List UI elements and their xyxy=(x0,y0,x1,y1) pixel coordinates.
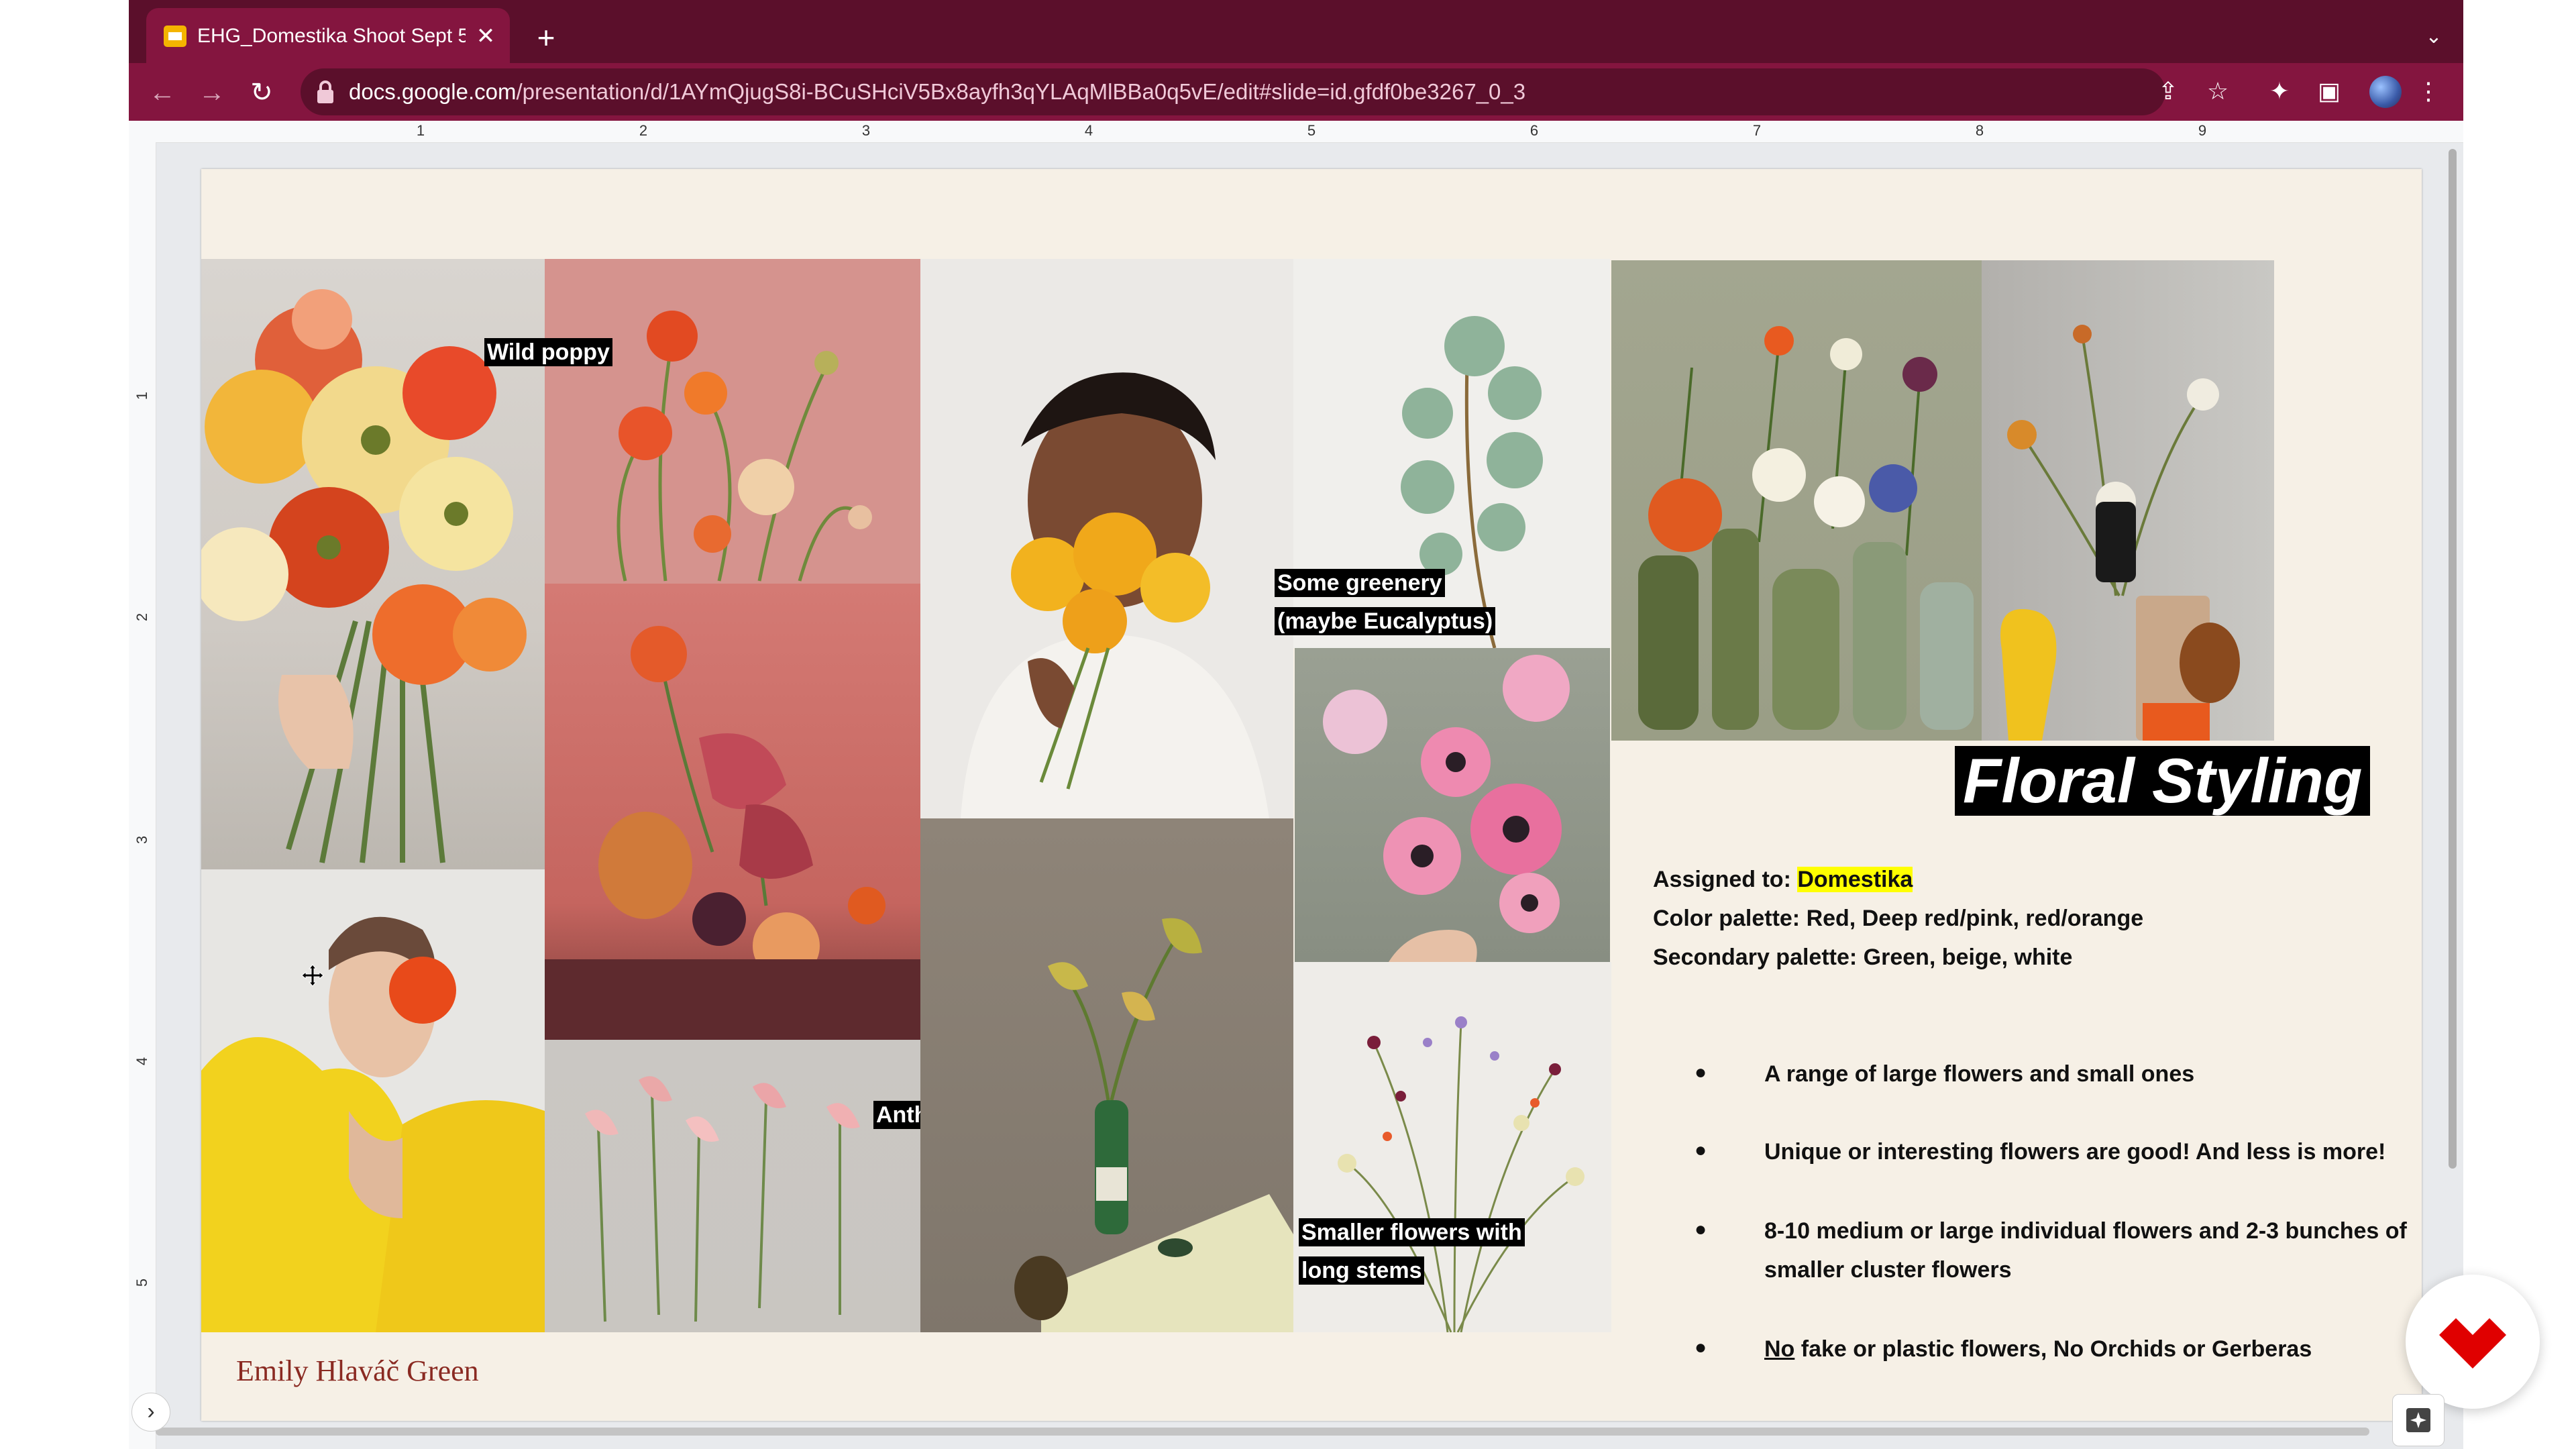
ruler-mark: 1 xyxy=(133,391,150,400)
bullet-text[interactable]: Unique or interesting flowers are good! … xyxy=(1764,1132,2385,1171)
bullet-marker: ● xyxy=(1695,1061,1707,1083)
anthurium-bottle-photo[interactable] xyxy=(920,818,1293,1332)
label-wild-poppy[interactable]: Wild poppy xyxy=(484,338,612,366)
assigned-to-label: Assigned to: xyxy=(1653,867,1798,892)
lock-icon[interactable] xyxy=(315,79,335,105)
ruler-mark: 3 xyxy=(133,835,150,845)
ruler-mark: 2 xyxy=(133,612,150,622)
bookmark-star-icon[interactable]: ☆ xyxy=(2199,72,2237,110)
forward-button[interactable]: → xyxy=(193,74,231,111)
bullet-marker: ● xyxy=(1695,1336,1707,1358)
ruler-mark: 2 xyxy=(639,122,648,139)
slide-title[interactable]: Floral Styling xyxy=(1955,746,2371,816)
tab-title: EHG_Domestika Shoot Sept 5th xyxy=(197,25,466,47)
url-path: /presentation/d/1AYmQjugS8i-BCuSHciV5Bx8… xyxy=(516,79,1526,104)
explore-button[interactable] xyxy=(2392,1394,2445,1446)
domestika-logo xyxy=(2406,1275,2540,1409)
vertical-scrollbar[interactable] xyxy=(2443,142,2462,1175)
ruler-mark: 7 xyxy=(1752,122,1762,139)
woman-protea-photo[interactable] xyxy=(920,259,1293,818)
label-smaller-flowers-line2[interactable]: long stems xyxy=(1299,1256,1425,1285)
ruler-mark: 3 xyxy=(861,122,871,139)
underlined-no: No xyxy=(1764,1336,1795,1362)
expand-panel-chevron-icon[interactable]: › xyxy=(131,1393,170,1432)
author-name[interactable]: Emily Hlaváč Green xyxy=(236,1354,479,1388)
vertical-ruler xyxy=(129,142,156,1449)
url-text[interactable]: docs.google.com/presentation/d/1AYmQjugS… xyxy=(349,71,2093,113)
slide-canvas[interactable]: Wild poppy Some greenery (maybe Eucalypt… xyxy=(201,169,2422,1421)
horizontal-scrollbar[interactable] xyxy=(156,1425,2443,1438)
ruler-mark: 5 xyxy=(1307,122,1316,139)
browser-menu-icon[interactable]: ⋮ xyxy=(2410,72,2447,110)
new-tab-button[interactable]: + xyxy=(527,19,565,56)
slides-favicon-icon xyxy=(164,25,186,47)
domestika-heart-icon xyxy=(2439,1318,2506,1368)
ruler-mark: 1 xyxy=(416,122,425,139)
bullet-text-rest: fake or plastic flowers, No Orchids or G… xyxy=(1794,1336,2312,1362)
secondary-palette-line[interactable]: Secondary palette: Green, beige, white xyxy=(1653,938,2072,977)
yellow-paper-flowers-photo[interactable] xyxy=(201,869,545,1332)
tab-search-chevron-icon[interactable]: ⌄ xyxy=(2415,20,2453,54)
ruler-mark: 8 xyxy=(1975,122,1984,139)
ruler-mark: 4 xyxy=(133,1057,150,1066)
url-host: docs.google.com xyxy=(349,79,517,104)
pink-anemones-photo[interactable] xyxy=(1295,648,1610,962)
ceramic-vases-photo[interactable] xyxy=(1982,260,2274,741)
bullet-marker: ● xyxy=(1695,1139,1707,1161)
side-panel-icon[interactable]: ▣ xyxy=(2310,72,2348,110)
assigned-to-value: Domestika xyxy=(1797,867,1913,892)
bullet-text[interactable]: A range of large flowers and small ones xyxy=(1764,1055,2381,1093)
label-smaller-flowers-line1[interactable]: Smaller flowers with xyxy=(1299,1218,1525,1246)
assigned-to-line[interactable]: Assigned to: Domestika xyxy=(1653,860,1913,899)
vertical-scroll-thumb[interactable] xyxy=(2449,149,2457,1169)
pink-poppies-photo[interactable] xyxy=(545,259,920,584)
horizontal-ruler xyxy=(129,121,2463,143)
bullet-marker: ● xyxy=(1695,1218,1707,1240)
tab-close-icon[interactable]: ✕ xyxy=(470,20,502,52)
ruler-mark: 5 xyxy=(133,1278,150,1287)
color-palette-line[interactable]: Color palette: Red, Deep red/pink, red/o… xyxy=(1653,899,2143,938)
anthurium-still-life-photo[interactable] xyxy=(545,584,920,1040)
extensions-icon[interactable]: ✦ xyxy=(2261,72,2298,110)
share-icon[interactable]: ⇪ xyxy=(2149,72,2187,110)
ruler-mark: 9 xyxy=(2198,122,2207,139)
profile-avatar[interactable] xyxy=(2369,76,2402,108)
anthurium-sand-photo[interactable] xyxy=(545,1040,920,1332)
horizontal-scroll-thumb[interactable] xyxy=(156,1428,2369,1436)
bullet-text-no-fakes[interactable]: No fake or plastic flowers, No Orchids o… xyxy=(1764,1330,2408,1368)
bullet-text[interactable]: 8-10 medium or large individual flowers … xyxy=(1764,1212,2408,1289)
green-bottles-photo[interactable] xyxy=(1611,260,1982,741)
ruler-mark: 6 xyxy=(1529,122,1539,139)
explore-sparkle-icon xyxy=(2406,1408,2430,1432)
move-cursor-icon xyxy=(301,964,324,987)
ruler-mark: 4 xyxy=(1084,122,1093,139)
label-greenery-line1[interactable]: Some greenery xyxy=(1275,569,1445,597)
back-button[interactable]: ← xyxy=(144,74,181,111)
reload-button[interactable]: ↻ xyxy=(243,74,280,111)
label-greenery-line2[interactable]: (maybe Eucalyptus) xyxy=(1275,607,1496,635)
